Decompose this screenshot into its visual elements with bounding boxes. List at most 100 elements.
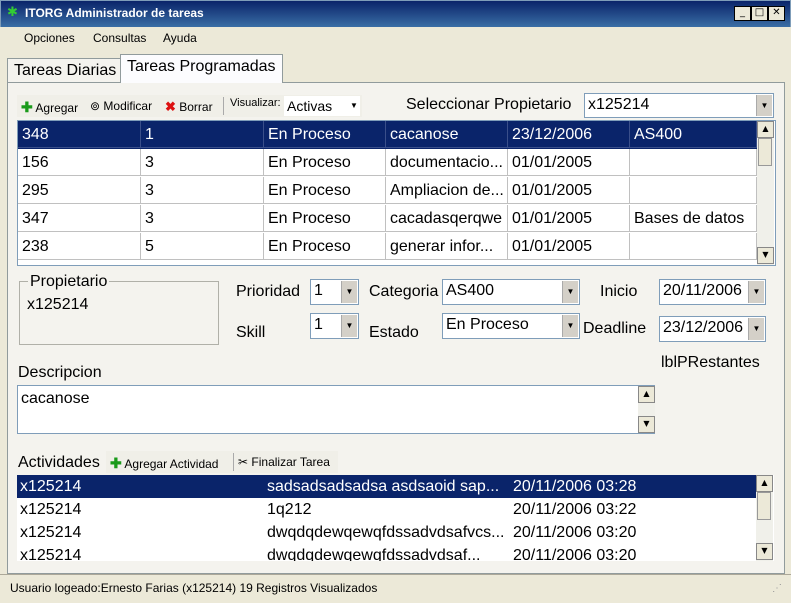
menu-opciones[interactable]: Opciones xyxy=(24,31,75,45)
table-cell: 01/01/2005 xyxy=(508,233,630,260)
tasks-scrollbar[interactable]: ▲ ▼ xyxy=(757,121,774,265)
skill-select[interactable]: 1 ▼ xyxy=(310,313,359,339)
table-cell xyxy=(630,233,757,260)
resize-grip-icon[interactable]: ⋰ xyxy=(772,583,782,594)
tasks-grid[interactable]: 348 1 En Proceso cacanose 23/12/2006 AS400 156… xyxy=(17,120,776,266)
table-cell: 347 xyxy=(18,205,141,232)
activities-list[interactable]: x125214 sadsadsadsadsa asdsaoid sap... 20/… xyxy=(17,475,774,561)
table-cell: cacadasqerqwe xyxy=(386,205,508,232)
minimize-button[interactable]: _ xyxy=(734,6,751,21)
scroll-up-icon[interactable]: ▲ xyxy=(756,475,773,492)
activities-toolbar: ✚ Agregar Actividad ✂ Finalizar Tarea xyxy=(106,451,338,473)
chevron-down-icon: ▼ xyxy=(562,315,578,337)
activity-date: 20/11/2006 03:20 xyxy=(513,547,637,561)
descripcion-textarea[interactable]: cacanose ▲ ▼ xyxy=(17,385,655,434)
list-item[interactable]: x125214 dwqdqdewqewqfdssadvdsaf... 20/11/2… xyxy=(17,544,756,561)
table-cell: 01/01/2005 xyxy=(508,149,630,176)
chevron-down-icon: ▼ xyxy=(562,281,578,303)
table-cell: En Proceso xyxy=(264,177,386,204)
estado-select[interactable]: En Proceso ▼ xyxy=(442,313,580,339)
scroll-down-icon[interactable]: ▼ xyxy=(757,247,774,264)
activity-date: 20/11/2006 03:28 xyxy=(513,478,637,495)
finish-task-button[interactable]: ✂ Finalizar Tarea xyxy=(238,455,330,469)
delete-button[interactable]: ✖ Borrar xyxy=(165,99,213,115)
table-row[interactable]: 347 3 En Proceso cacadasqerqwe 01/01/2005 Bas… xyxy=(18,205,757,233)
activity-user: x125214 xyxy=(20,524,82,541)
add-button[interactable]: ✚ Agregar xyxy=(21,99,78,116)
deadline-datepicker[interactable]: 23/12/2006 ▼ xyxy=(659,316,766,342)
plus-icon: ✚ xyxy=(21,99,33,115)
table-cell: generar infor... xyxy=(386,233,508,260)
table-cell: Ampliacion de... xyxy=(386,177,508,204)
window-title: ITORG Administrador de tareas xyxy=(25,6,204,20)
table-cell xyxy=(630,177,757,204)
list-item[interactable]: x125214 sadsadsadsadsa asdsaoid sap... 20/… xyxy=(17,475,756,498)
table-cell: 348 xyxy=(18,121,141,148)
chevron-down-icon: ▼ xyxy=(341,315,357,337)
categoria-select[interactable]: AS400 ▼ xyxy=(442,279,580,305)
scroll-up-icon[interactable]: ▲ xyxy=(638,386,655,403)
status-text: Usuario logeado:Ernesto Farias (x125214)… xyxy=(10,581,378,595)
table-row[interactable]: 295 3 En Proceso Ampliacion de... 01/01/2005 xyxy=(18,177,757,205)
close-button[interactable]: ✕ xyxy=(768,6,785,21)
menu-ayuda[interactable]: Ayuda xyxy=(163,31,197,45)
list-item[interactable]: x125214 1q212 20/11/2006 03:22 xyxy=(17,498,756,521)
owner-select-label: Seleccionar Propietario xyxy=(406,96,572,113)
list-item[interactable]: x125214 dwqdqdewqewqfdssadvdsafvcs... 20/1… xyxy=(17,521,756,544)
chevron-down-icon: ▼ xyxy=(341,281,357,303)
tools-icon: ✂ xyxy=(238,455,249,469)
table-row[interactable]: 348 1 En Proceso cacanose 23/12/2006 AS400 xyxy=(18,121,757,149)
table-row[interactable]: 156 3 En Proceso documentacio... 01/01/2005 xyxy=(18,149,757,177)
table-cell: 3 xyxy=(141,149,264,176)
scroll-thumb[interactable] xyxy=(758,138,772,166)
scroll-up-icon[interactable]: ▲ xyxy=(757,121,774,138)
scroll-down-icon[interactable]: ▼ xyxy=(756,543,773,560)
table-cell: 3 xyxy=(141,205,264,232)
chevron-down-icon: ▼ xyxy=(748,281,764,303)
owner-group-label: Propietario xyxy=(28,273,110,291)
activities-scrollbar[interactable]: ▲ ▼ xyxy=(756,475,773,561)
prioridad-label: Prioridad xyxy=(236,283,301,300)
activity-text: sadsadsadsadsa asdsaoid sap... xyxy=(267,478,500,495)
table-cell: En Proceso xyxy=(264,149,386,176)
owner-select[interactable]: x125214 ▼ xyxy=(584,93,774,118)
inicio-datepicker[interactable]: 20/11/2006 ▼ xyxy=(659,279,766,305)
view-label: Visualizar: xyxy=(230,97,281,109)
estado-label: Estado xyxy=(369,324,419,341)
scroll-down-icon[interactable]: ▼ xyxy=(638,416,655,433)
restantes-label: lblPRestantes xyxy=(661,354,760,371)
scroll-thumb[interactable] xyxy=(757,492,771,520)
table-cell: cacanose xyxy=(386,121,508,148)
prioridad-select[interactable]: 1 ▼ xyxy=(310,279,359,305)
maximize-button[interactable]: □ xyxy=(751,6,768,21)
chevron-down-icon: ▼ xyxy=(349,97,359,115)
activity-text: dwqdqdewqewqfdssadvdsaf... xyxy=(267,547,481,561)
toolbar-separator xyxy=(233,453,234,471)
table-cell: En Proceso xyxy=(264,121,386,148)
table-row[interactable]: 238 5 En Proceso generar infor... 01/01/2005 xyxy=(18,233,757,261)
activity-date: 20/11/2006 03:22 xyxy=(513,501,637,518)
activity-text: 1q212 xyxy=(267,501,312,518)
activity-text: dwqdqdewqewqfdssadvdsafvcs... xyxy=(267,524,505,541)
delete-icon: ✖ xyxy=(165,99,176,114)
tab-tareas-programadas[interactable]: Tareas Programadas xyxy=(120,54,283,83)
table-cell: AS400 xyxy=(630,121,757,148)
chevron-down-icon: ▼ xyxy=(756,95,772,116)
view-select[interactable]: Activas ▼ xyxy=(284,96,360,116)
modify-icon: ⊚ xyxy=(90,99,101,113)
add-activity-button[interactable]: ✚ Agregar Actividad xyxy=(110,455,218,472)
table-cell: 156 xyxy=(18,149,141,176)
title-bar: ✱ ITORG Administrador de tareas _ □ ✕ xyxy=(0,0,791,28)
table-cell: 01/01/2005 xyxy=(508,177,630,204)
activity-user: x125214 xyxy=(20,478,82,495)
categoria-label: Categoria xyxy=(369,283,439,300)
table-cell xyxy=(630,149,757,176)
descripcion-scrollbar[interactable]: ▲ ▼ xyxy=(638,386,655,433)
app-icon: ✱ xyxy=(7,5,18,20)
table-cell: 295 xyxy=(18,177,141,204)
activity-user: x125214 xyxy=(20,547,82,561)
chevron-down-icon: ▼ xyxy=(748,318,764,340)
tab-tareas-diarias[interactable]: Tareas Diarias xyxy=(7,58,124,83)
menu-consultas[interactable]: Consultas xyxy=(93,31,146,45)
edit-button[interactable]: ⊚ Modificar xyxy=(90,99,152,113)
